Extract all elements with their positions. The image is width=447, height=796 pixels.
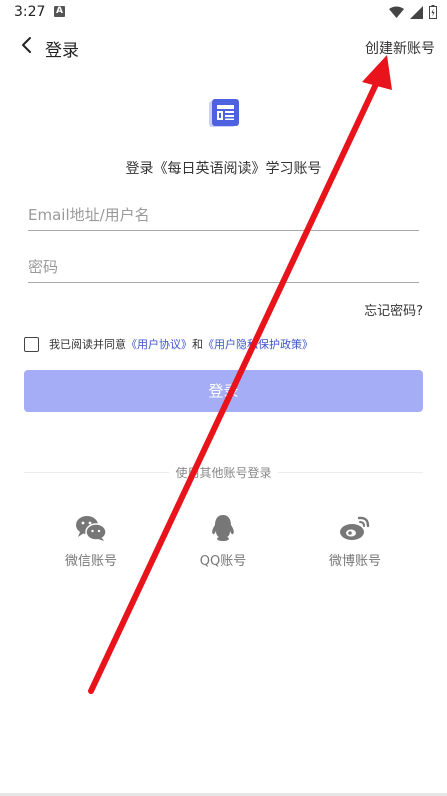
status-icons — [389, 5, 437, 19]
login-heading: 登录《每日英语阅读》学习账号 — [125, 161, 322, 177]
forgot-password-link[interactable]: 忘记密码? — [364, 300, 423, 319]
password-field[interactable] — [28, 252, 419, 282]
weibo-icon — [340, 516, 370, 540]
agreement-and: 和 — [192, 338, 203, 351]
qq-icon — [212, 515, 234, 541]
back-arrow-icon[interactable] — [16, 34, 38, 56]
agreement-prefix: 我已阅读并同意 — [49, 338, 126, 351]
agreement-checkbox[interactable] — [24, 336, 39, 352]
login-button[interactable]: 登录 — [24, 370, 423, 412]
other-login-label: 使用其他账号登录 — [169, 466, 278, 480]
battery-icon — [429, 5, 437, 19]
wechat-label: 微信账号 — [64, 554, 117, 569]
wechat-icon — [76, 516, 107, 541]
status-bar: 3:27 A — [0, 0, 447, 24]
email-field-container — [28, 200, 419, 231]
notification-icon: A — [54, 6, 65, 17]
weibo-login-button[interactable]: 微博账号 — [310, 514, 400, 569]
wifi-icon — [389, 6, 404, 18]
weibo-label: 微博账号 — [328, 554, 381, 569]
wechat-login-button[interactable]: 微信账号 — [46, 514, 136, 569]
nav-bar: 登录 创建新账号 — [0, 28, 447, 64]
qq-label: QQ账号 — [199, 554, 247, 569]
password-field-container — [28, 252, 419, 283]
qq-login-button[interactable]: QQ账号 — [178, 514, 268, 569]
app-logo-icon — [209, 99, 239, 127]
create-account-link[interactable]: 创建新账号 — [365, 38, 435, 58]
user-agreement-link[interactable]: 《用户协议》 — [126, 336, 192, 352]
page-title: 登录 — [45, 41, 79, 61]
status-time: 3:27 — [14, 4, 46, 20]
signal-icon — [410, 5, 423, 19]
email-field[interactable] — [28, 200, 419, 230]
agreement-row: 我已阅读并同意 《用户协议》 和 《用户隐私保护政策》 — [24, 335, 313, 353]
other-login-label-wrapper: 使用其他账号登录 — [0, 464, 447, 481]
privacy-policy-link[interactable]: 《用户隐私保护政策》 — [203, 336, 313, 352]
